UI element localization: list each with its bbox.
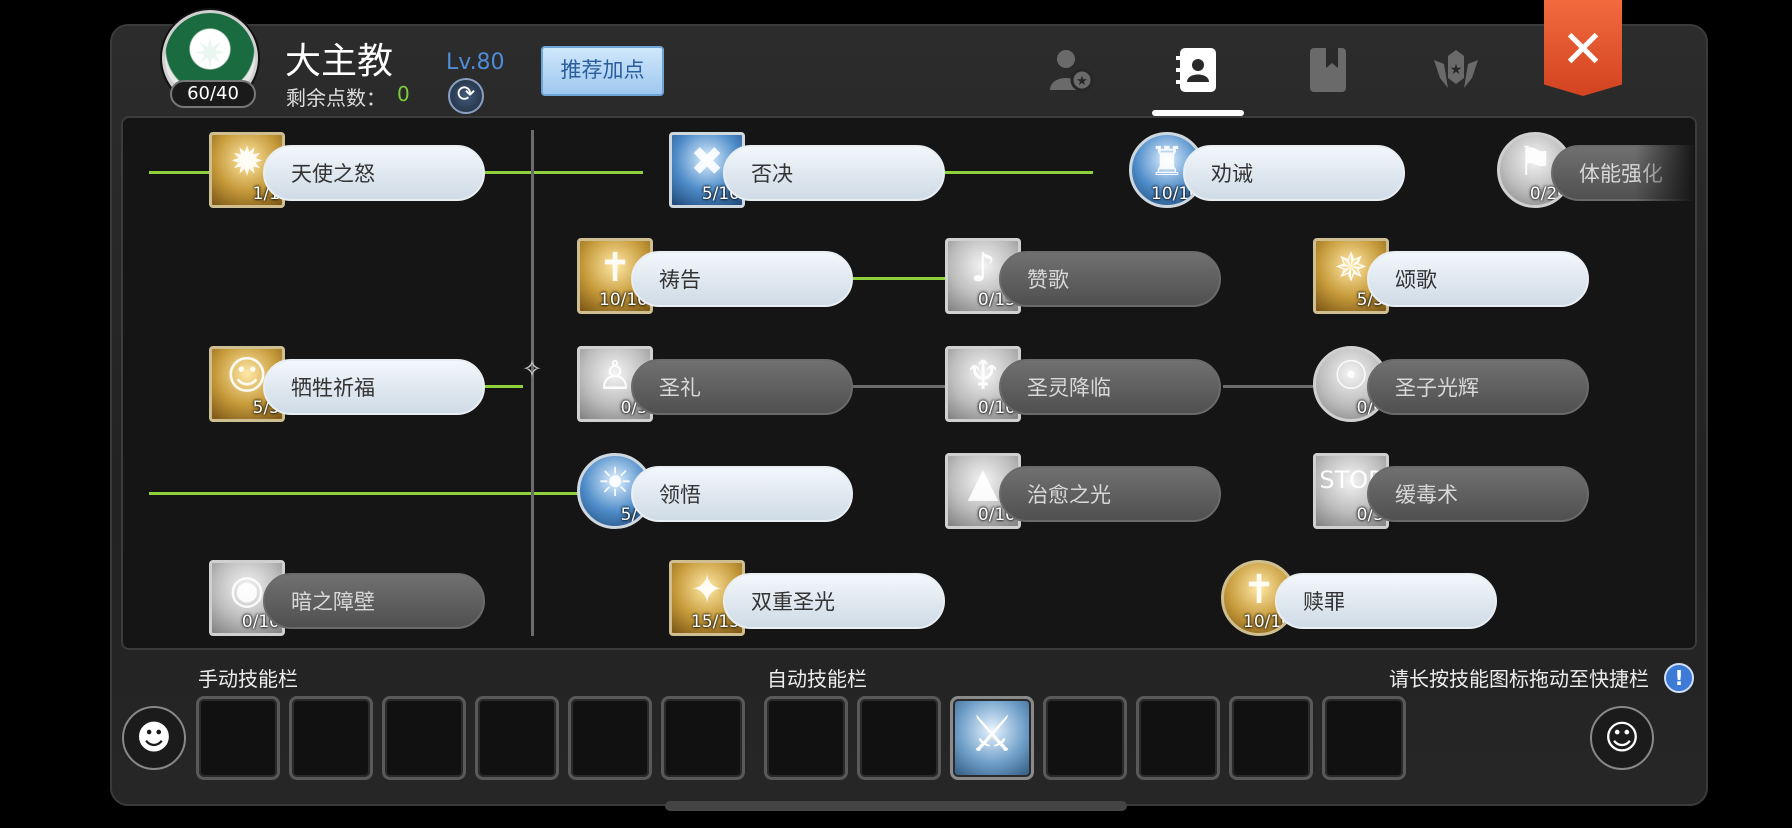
- skill-name: 双重圣光: [723, 573, 945, 629]
- skill-node[interactable]: ✝ 10/10 赎罪: [1221, 560, 1501, 640]
- skill-name: 赎罪: [1275, 573, 1497, 629]
- reset-points-button[interactable]: ⟳: [448, 78, 484, 114]
- manual-slot[interactable]: [475, 696, 559, 780]
- tab-skills[interactable]: [1170, 42, 1226, 98]
- class-name: 大主教: [285, 41, 394, 82]
- skill-node[interactable]: ✝ 10/10 祷告: [577, 238, 857, 318]
- manual-slot[interactable]: [568, 696, 652, 780]
- remaining-points-label: 剩余点数：: [286, 86, 386, 110]
- skill-name: 领悟: [631, 466, 853, 522]
- auto-slot[interactable]: [857, 696, 941, 780]
- skill-node[interactable]: ▲ 0/10 治愈之光: [945, 453, 1225, 533]
- skill-name: 牺牲祈福: [263, 359, 485, 415]
- divider-ornament-icon: ✧: [521, 355, 543, 383]
- skill-node[interactable]: ✦ 15/15 双重圣光: [669, 560, 949, 640]
- skill-node[interactable]: ☉ 0/6 圣子光辉: [1313, 346, 1593, 426]
- auto-slot[interactable]: [1322, 696, 1406, 780]
- skill-node[interactable]: ☀ 5/5 领悟: [577, 453, 857, 533]
- svg-text:★: ★: [1076, 74, 1088, 89]
- skill-name: 缓毒术: [1367, 466, 1589, 522]
- info-icon[interactable]: !: [1664, 663, 1694, 693]
- link-row3-b: [853, 385, 953, 388]
- skill-node[interactable]: ☺ 5/5 牺牲祈福: [209, 346, 489, 426]
- skill-name: 暗之障壁: [263, 573, 485, 629]
- skill-node[interactable]: ✹ 1/1 天使之怒: [209, 132, 489, 212]
- close-icon: ✕: [1561, 20, 1605, 80]
- manual-bar-label: 手动技能栏: [198, 667, 298, 691]
- tab-codex[interactable]: [1300, 42, 1356, 98]
- recommend-points-button[interactable]: 推荐加点: [541, 46, 664, 96]
- manual-slot[interactable]: [661, 696, 745, 780]
- link-row3-c: [1223, 385, 1323, 388]
- skill-name: 祷告: [631, 251, 853, 307]
- skill-node[interactable]: STOP 0/3 缓毒术: [1313, 453, 1593, 533]
- level-label: Lv.80: [446, 50, 505, 75]
- auto-slot[interactable]: [1229, 696, 1313, 780]
- tree-divider: [531, 130, 534, 636]
- auto-slot[interactable]: [1043, 696, 1127, 780]
- home-indicator: [665, 801, 1127, 811]
- skill-node[interactable]: ◉ 0/10 暗之障壁: [209, 560, 489, 640]
- skill-node[interactable]: ♆ 0/10 圣灵降临: [945, 346, 1225, 426]
- close-button[interactable]: ✕: [1544, 0, 1622, 96]
- manual-slot[interactable]: [196, 696, 280, 780]
- manual-bar-mascot-icon[interactable]: ☻: [122, 706, 186, 770]
- skill-name: 劝诫: [1183, 145, 1405, 201]
- skill-tree: ✧ ✹ 1/1 天使之怒 ✖ 5/10 否决 ♜ 10/10 劝诫 ⚑ 0/20 体能强…: [121, 116, 1697, 650]
- skill-node[interactable]: ✵ 5/5 颂歌: [1313, 238, 1593, 318]
- refresh-icon: ⟳: [456, 82, 476, 107]
- skill-name: 治愈之光: [999, 466, 1221, 522]
- tree-fade-overlay: [1635, 118, 1695, 648]
- auto-bar-label: 自动技能栏: [767, 667, 867, 691]
- auto-slot[interactable]: [764, 696, 848, 780]
- drag-hint: 请长按技能图标拖动至快捷栏: [1389, 667, 1649, 691]
- skill-name: 否决: [723, 145, 945, 201]
- skill-name: 圣子光辉: [1367, 359, 1589, 415]
- link-row4: [149, 492, 579, 495]
- svg-text:★: ★: [1450, 62, 1463, 78]
- skill-name: 天使之怒: [263, 145, 485, 201]
- person-star-icon: ★: [1050, 50, 1094, 92]
- skill-node[interactable]: ✖ 5/10 否决: [669, 132, 949, 212]
- auto-slot[interactable]: [1136, 696, 1220, 780]
- skill-name: 圣灵降临: [999, 359, 1221, 415]
- bookmark-book-icon: [1310, 48, 1346, 92]
- contact-book-icon: [1176, 48, 1216, 92]
- auto-bar-mascot-icon[interactable]: ☺: [1590, 706, 1654, 770]
- manual-slot[interactable]: [382, 696, 466, 780]
- emblem-star-icon: ★: [1434, 50, 1478, 92]
- skill-name: 圣礼: [631, 359, 853, 415]
- auto-attack-icon: ⚔: [969, 705, 1015, 763]
- skill-node[interactable]: ♪ 0/15 赞歌: [945, 238, 1225, 318]
- header: ✷ 60/40 大主教 剩余点数： 0 Lv.80 ⟳ 推荐加点 ★ ★ ✕: [0, 0, 1792, 116]
- emblem-count: 60/40: [170, 80, 256, 108]
- tab-character[interactable]: ★: [1042, 42, 1098, 98]
- auto-slot[interactable]: ⚔: [950, 696, 1034, 780]
- skill-name: 颂歌: [1367, 251, 1589, 307]
- skill-node[interactable]: ♜ 10/10 劝诫: [1129, 132, 1409, 212]
- link-row2: [853, 277, 953, 280]
- skill-name: 赞歌: [999, 251, 1221, 307]
- manual-slot[interactable]: [289, 696, 373, 780]
- tab-rank[interactable]: ★: [1428, 42, 1484, 98]
- skill-node[interactable]: ♙ 0/5 圣礼: [577, 346, 857, 426]
- remaining-points-value: 0: [397, 82, 410, 106]
